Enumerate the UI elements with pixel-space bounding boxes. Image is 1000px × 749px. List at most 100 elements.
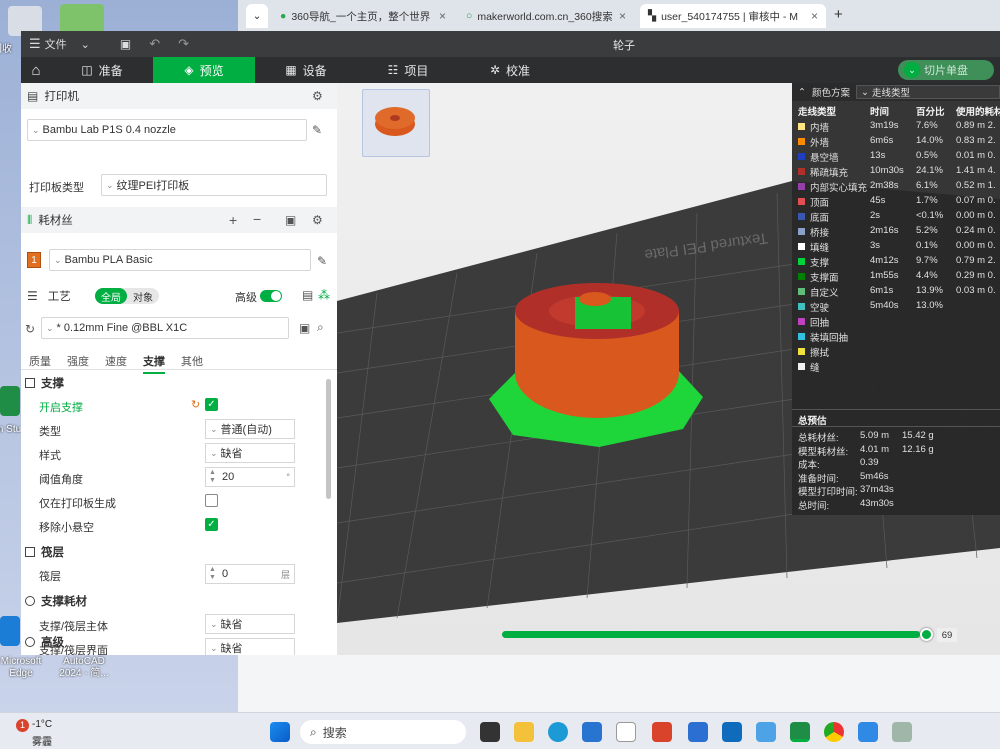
process-preset-select[interactable]: ⌄ * 0.12mm Fine @BBL X1C (41, 317, 289, 339)
tab-device[interactable]: ▦ 设备 (255, 57, 357, 83)
remove-filament-icon[interactable]: − (253, 211, 261, 227)
threshold-angle-input[interactable]: ▲ ▼ 20 ° (205, 467, 295, 487)
store-icon[interactable] (582, 722, 602, 742)
advanced-toggle[interactable] (260, 290, 282, 302)
support-style-value: 缺省 (220, 448, 243, 460)
tab-calibration[interactable]: ✲ 校准 (459, 57, 561, 83)
bambu-taskbar-icon[interactable] (790, 722, 810, 742)
scope-object[interactable]: 对象 (127, 288, 159, 304)
app-shortcut-icon[interactable] (60, 4, 104, 34)
filament-sync-icon[interactable]: ▣ (285, 213, 296, 227)
raft-layers-value: 0 (222, 568, 229, 580)
tab-prepare[interactable]: ◫ 准备 (51, 57, 153, 83)
legend-swatch (798, 288, 805, 295)
edge-taskbar-icon[interactable] (548, 722, 568, 742)
reset-icon[interactable]: ↻ (191, 398, 200, 411)
bambu-studio-icon[interactable] (0, 386, 20, 416)
legend-swatch (798, 273, 805, 280)
raft-layers-input[interactable]: ▲ ▼ 0 层 (205, 564, 295, 584)
browser-tab-active[interactable]: ▚ user_540174755 | 审核中 - M × (640, 4, 826, 28)
stepper-icon[interactable]: ▲ ▼ (209, 566, 216, 582)
project-icon: ☷ (387, 63, 399, 77)
desktop-icon-label: 回收 (0, 44, 12, 55)
subtab-support[interactable]: 支撑 (143, 353, 165, 374)
support-base-select[interactable]: ⌄ 缺省 (205, 614, 295, 634)
windows-start-icon[interactable] (270, 722, 290, 742)
enable-support-checkbox[interactable]: ✓ (205, 398, 218, 411)
app-misc-icon[interactable] (892, 722, 912, 742)
close-icon[interactable]: × (811, 9, 818, 23)
subtab-speed[interactable]: 速度 (105, 353, 127, 374)
slice-dropdown-button[interactable]: ⌄ (904, 62, 920, 78)
chevron-down-icon: ⌄ (210, 618, 218, 629)
outlook-icon[interactable] (722, 722, 742, 742)
browser-tab[interactable]: ● 360导航_一个主页，整个世界 × (272, 4, 454, 28)
support-type-select[interactable]: ⌄ 普通(自动) (205, 419, 295, 439)
refresh-icon[interactable]: ↻ (25, 322, 35, 336)
search-icon[interactable]: ⌕ (317, 320, 324, 335)
tab-label: 准备 (98, 63, 123, 78)
tab-project[interactable]: ☷ 项目 (357, 57, 459, 83)
remove-small-overhang-checkbox[interactable]: ✓ (205, 518, 218, 531)
weather-temp: -1°C (32, 719, 53, 730)
home-button[interactable]: ⌂ (21, 57, 51, 83)
undo-icon[interactable]: ↶ (149, 36, 160, 52)
save-icon[interactable]: ▣ (299, 321, 310, 335)
settings-icon[interactable]: ⚙ (312, 213, 323, 227)
filament-select[interactable]: ⌄ Bambu PLA Basic (49, 249, 311, 271)
layer-slider-track[interactable] (502, 631, 929, 638)
chrome-icon[interactable] (824, 722, 844, 742)
printer-select[interactable]: ⌄ Bambu Lab P1S 0.4 nozzle (27, 119, 307, 141)
collapse-icon[interactable]: ⌃ (798, 87, 806, 98)
subtab-others[interactable]: 其他 (181, 353, 203, 374)
close-icon[interactable]: × (439, 9, 446, 23)
subtab-quality[interactable]: 质量 (29, 353, 51, 374)
scope-toggle[interactable]: 全局 对象 (95, 288, 159, 304)
taskbar-search[interactable]: ⌕ 搜索 (300, 720, 466, 744)
app-red-icon[interactable] (652, 722, 672, 742)
hub-cap (579, 292, 611, 306)
weather-widget[interactable]: 1 -1°C 雾霾 (10, 717, 80, 748)
scheme-select[interactable]: ⌄ 走线类型 (855, 85, 1000, 99)
plate-type-select[interactable]: ⌄ 纹理PEI打印板 (101, 174, 327, 196)
legend-swatch (798, 213, 805, 220)
legend-type: 内部实心填充 (810, 183, 868, 194)
add-filament-icon[interactable]: + (229, 212, 237, 228)
filament-index-badge[interactable]: 1 (27, 252, 41, 268)
file-explorer-icon[interactable] (514, 722, 534, 742)
close-icon[interactable]: × (619, 9, 626, 23)
total-value: 4.01 m (860, 443, 890, 455)
redo-icon[interactable]: ↷ (178, 36, 189, 52)
file-menu[interactable]: ☰ 文件 ⌄ (29, 36, 90, 52)
task-view-icon[interactable] (480, 722, 500, 742)
mail-icon[interactable] (688, 722, 708, 742)
new-tab-button[interactable]: + (834, 6, 843, 23)
app-blue-icon[interactable] (756, 722, 776, 742)
app-icon[interactable] (616, 722, 636, 742)
stepper-icon[interactable]: ▲ ▼ (209, 469, 216, 485)
app-checkmark-icon[interactable] (858, 722, 878, 742)
edit-icon[interactable]: ✎ (312, 123, 322, 137)
browser-tab[interactable]: ○ makerworld.com.cn_360搜索 × (458, 4, 634, 28)
scope-global[interactable]: 全局 (95, 288, 127, 304)
tab-preview[interactable]: ◈ 预览 (153, 57, 255, 83)
tree-icon[interactable]: ⁂ (318, 288, 330, 302)
save-icon[interactable]: ▣ (120, 37, 131, 51)
tab-dropdown[interactable]: ⌄ (246, 4, 268, 28)
settings-scrollbar[interactable] (326, 379, 331, 499)
total-extra: 15.42 g (902, 430, 934, 441)
support-group-title: 支撑 (25, 375, 64, 391)
legend-header: ⌃ 颜色方案 ⌄ 走线类型 (792, 83, 1000, 101)
edit-icon[interactable]: ✎ (317, 254, 327, 268)
subtab-strength[interactable]: 强度 (67, 353, 89, 374)
cube-icon: ◫ (81, 63, 93, 77)
browser-tab-title: 360导航_一个主页，整个世界 (291, 10, 431, 23)
compare-icon[interactable]: ▤ (302, 288, 313, 302)
support-interface-select[interactable]: ⌄ 缺省 (205, 638, 295, 655)
edge-icon[interactable] (0, 616, 20, 646)
plate-thumbnail[interactable] (362, 89, 430, 157)
layer-slider-thumb[interactable] (920, 628, 933, 641)
support-style-select[interactable]: ⌄ 缺省 (205, 443, 295, 463)
only-on-plate-checkbox[interactable] (205, 494, 218, 507)
settings-icon[interactable]: ⚙ (312, 89, 323, 103)
